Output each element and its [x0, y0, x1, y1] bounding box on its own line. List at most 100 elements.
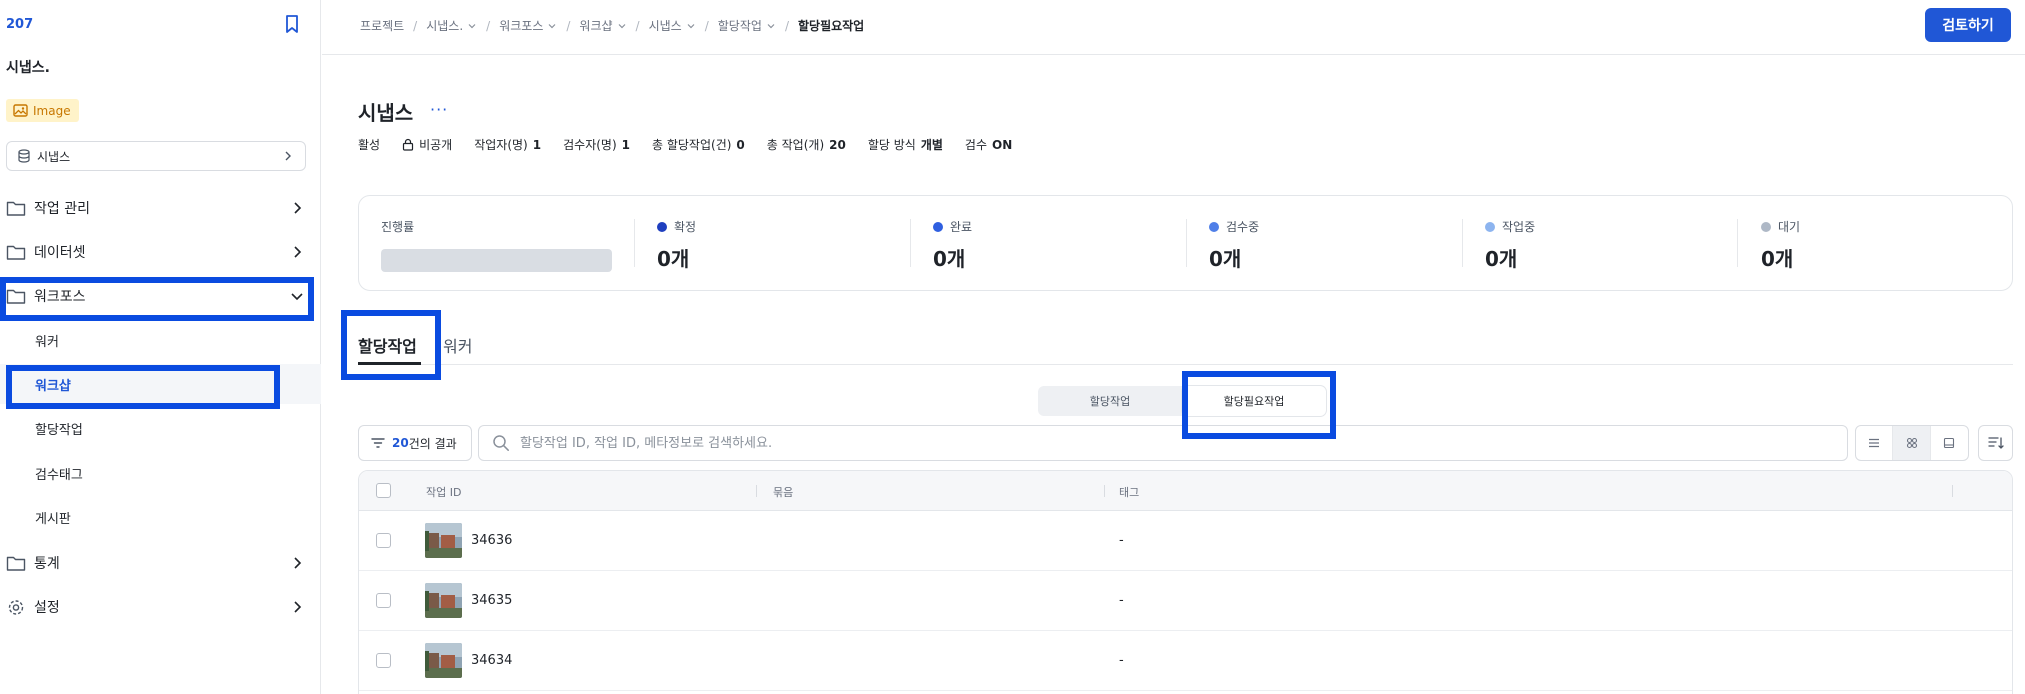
meta-label: 할당 방식 [867, 138, 916, 152]
stat-label: 대기 [1778, 220, 1801, 234]
task-id: 34635 [471, 593, 513, 608]
stat-label-row: 완료 [933, 218, 972, 235]
breadcrumb-label: 할당필요작업 [797, 19, 865, 33]
breadcrumb-separator: / [566, 18, 571, 33]
breadcrumb-label: 시냅스 [648, 19, 682, 33]
folder-icon [6, 556, 26, 571]
badge-label: Image [33, 103, 71, 118]
progress-bar [381, 249, 612, 272]
search-icon [493, 435, 509, 451]
sidebar-item-assigned-tasks[interactable]: 할당작업 [0, 408, 321, 448]
project-number: 207 [6, 17, 34, 32]
folder-icon [6, 289, 26, 304]
table-row[interactable]: 34636 - [359, 511, 2012, 571]
sidebar: 207 시냅스. Image 시냅스 작업 관리 데이터셋 워크포스 워커 워크… [0, 0, 321, 694]
divider [634, 219, 635, 267]
sidebar-item-board[interactable]: 게시판 [0, 497, 321, 537]
stats-card: 진행률 확정 0개 완료 0개 검수중 0개 작업중 0개 대기 0개 [358, 195, 2013, 291]
tab-workers[interactable]: 워커 [443, 333, 472, 357]
task-tag: - [1119, 593, 1124, 608]
result-count: 20 [392, 436, 409, 450]
select-all-checkbox[interactable] [376, 483, 391, 498]
sidebar-item-label: 데이터셋 [34, 245, 86, 261]
sidebar-item-dataset[interactable]: 데이터셋 [0, 232, 314, 272]
breadcrumb-item[interactable]: 시냅스 [649, 17, 696, 34]
segment-assigned-tasks[interactable]: 할당작업 [1038, 386, 1182, 416]
database-icon [18, 149, 30, 163]
breadcrumb-label: 워크샵 [579, 19, 613, 33]
filter-button[interactable]: 20 건의 결과 [358, 425, 472, 461]
sidebar-item-label: 설정 [34, 600, 60, 616]
task-id: 34634 [471, 653, 513, 668]
table-row[interactable]: 34635 - [359, 571, 2012, 631]
dataset-selector[interactable]: 시냅스 [6, 141, 306, 171]
tab-divider [358, 364, 2013, 365]
sidebar-item-label: 워크샵 [35, 378, 71, 394]
breadcrumb: 프로젝트 / 시냅스. / 워크포스 / 워크샵 / 시냅스 / 할당작업 / … [360, 17, 864, 34]
meta-review: 검수 ON [965, 136, 1012, 153]
sidebar-item-settings[interactable]: 설정 [0, 587, 314, 627]
tab-assigned-tasks[interactable]: 할당작업 [358, 333, 417, 357]
breadcrumb-separator: / [704, 18, 709, 33]
breadcrumb-item[interactable]: 워크샵 [579, 17, 626, 34]
column-header[interactable]: 태그 [1119, 484, 1139, 500]
page-title: 시냅스 [358, 101, 414, 125]
meta-label: 검수 [964, 138, 987, 152]
breadcrumb-item[interactable]: 워크포스 [499, 17, 557, 34]
status-dot [1761, 221, 1771, 232]
column-separator [1952, 485, 1953, 497]
project-name: 시냅스. [6, 60, 50, 76]
row-checkbox[interactable] [376, 533, 391, 548]
gear-icon [8, 599, 24, 615]
list-view-button[interactable] [1856, 426, 1894, 460]
review-button[interactable]: 검토하기 [1925, 8, 2011, 42]
breadcrumb-separator: / [784, 18, 789, 33]
meta-status: 활성 [358, 136, 380, 153]
grid-icon [1906, 437, 1917, 449]
row-checkbox[interactable] [376, 593, 391, 608]
chevron-right-icon [294, 557, 302, 569]
project-meta: 활성 비공개 작업자(명) 1 검수자(명) 1 총 할당작업(건) 0 총 작업(개… [358, 136, 1034, 153]
breadcrumb-label: 워크포스 [499, 19, 544, 33]
chevron-right-icon [285, 151, 291, 161]
sidebar-item-worker[interactable]: 워커 [0, 320, 321, 360]
meta-value: 1 [532, 137, 542, 152]
stat-reviewing: 검수중 0개 [1209, 218, 1259, 272]
breadcrumb-item[interactable]: 시냅스. [426, 17, 477, 34]
column-separator [756, 485, 757, 497]
meta-workers: 작업자(명) 1 [474, 136, 541, 153]
task-id: 34636 [471, 533, 513, 548]
card-view-button[interactable] [1931, 426, 1968, 460]
sidebar-item-stats[interactable]: 통계 [0, 543, 314, 583]
bookmark-icon[interactable] [283, 14, 301, 34]
sidebar-item-workforce[interactable]: 워크포스 [0, 276, 314, 316]
dataset-label: 시냅스 [37, 149, 71, 164]
status-dot [933, 221, 943, 232]
chevron-down-icon [548, 23, 556, 28]
sort-button[interactable] [1978, 425, 2013, 461]
status-dot [657, 221, 667, 232]
lock-icon [402, 138, 414, 151]
meta-assigned: 총 할당작업(건) 0 [652, 136, 745, 153]
stat-label: 작업중 [1502, 220, 1536, 234]
status-dot [1209, 221, 1219, 232]
segment-needs-assignment[interactable]: 할당필요작업 [1182, 386, 1326, 416]
divider [910, 219, 911, 267]
sidebar-item-review-tags[interactable]: 검수태그 [0, 453, 321, 493]
sort-icon [1987, 437, 2004, 449]
row-checkbox[interactable] [376, 653, 391, 668]
stat-value: 0개 [1485, 247, 1518, 271]
sidebar-item-label: 작업 관리 [34, 201, 90, 217]
grid-view-button[interactable] [1893, 426, 1931, 460]
task-table: 작업 ID 묶음 태그 34636 - 34635 - 34634 - [358, 470, 2013, 694]
breadcrumb-item[interactable]: 프로젝트 [360, 17, 404, 34]
table-row[interactable]: 34634 - [359, 631, 2012, 691]
sidebar-item-label: 검수태그 [35, 467, 83, 483]
sidebar-item-task-mgmt[interactable]: 작업 관리 [0, 188, 314, 228]
search-input[interactable] [520, 435, 1820, 451]
column-header[interactable]: 작업 ID [426, 484, 461, 500]
breadcrumb-item[interactable]: 할당작업 [718, 17, 776, 34]
sidebar-item-workshop[interactable]: 워크샵 [0, 364, 321, 404]
more-options-icon[interactable]: ··· [430, 100, 448, 119]
column-header[interactable]: 묶음 [773, 484, 793, 500]
